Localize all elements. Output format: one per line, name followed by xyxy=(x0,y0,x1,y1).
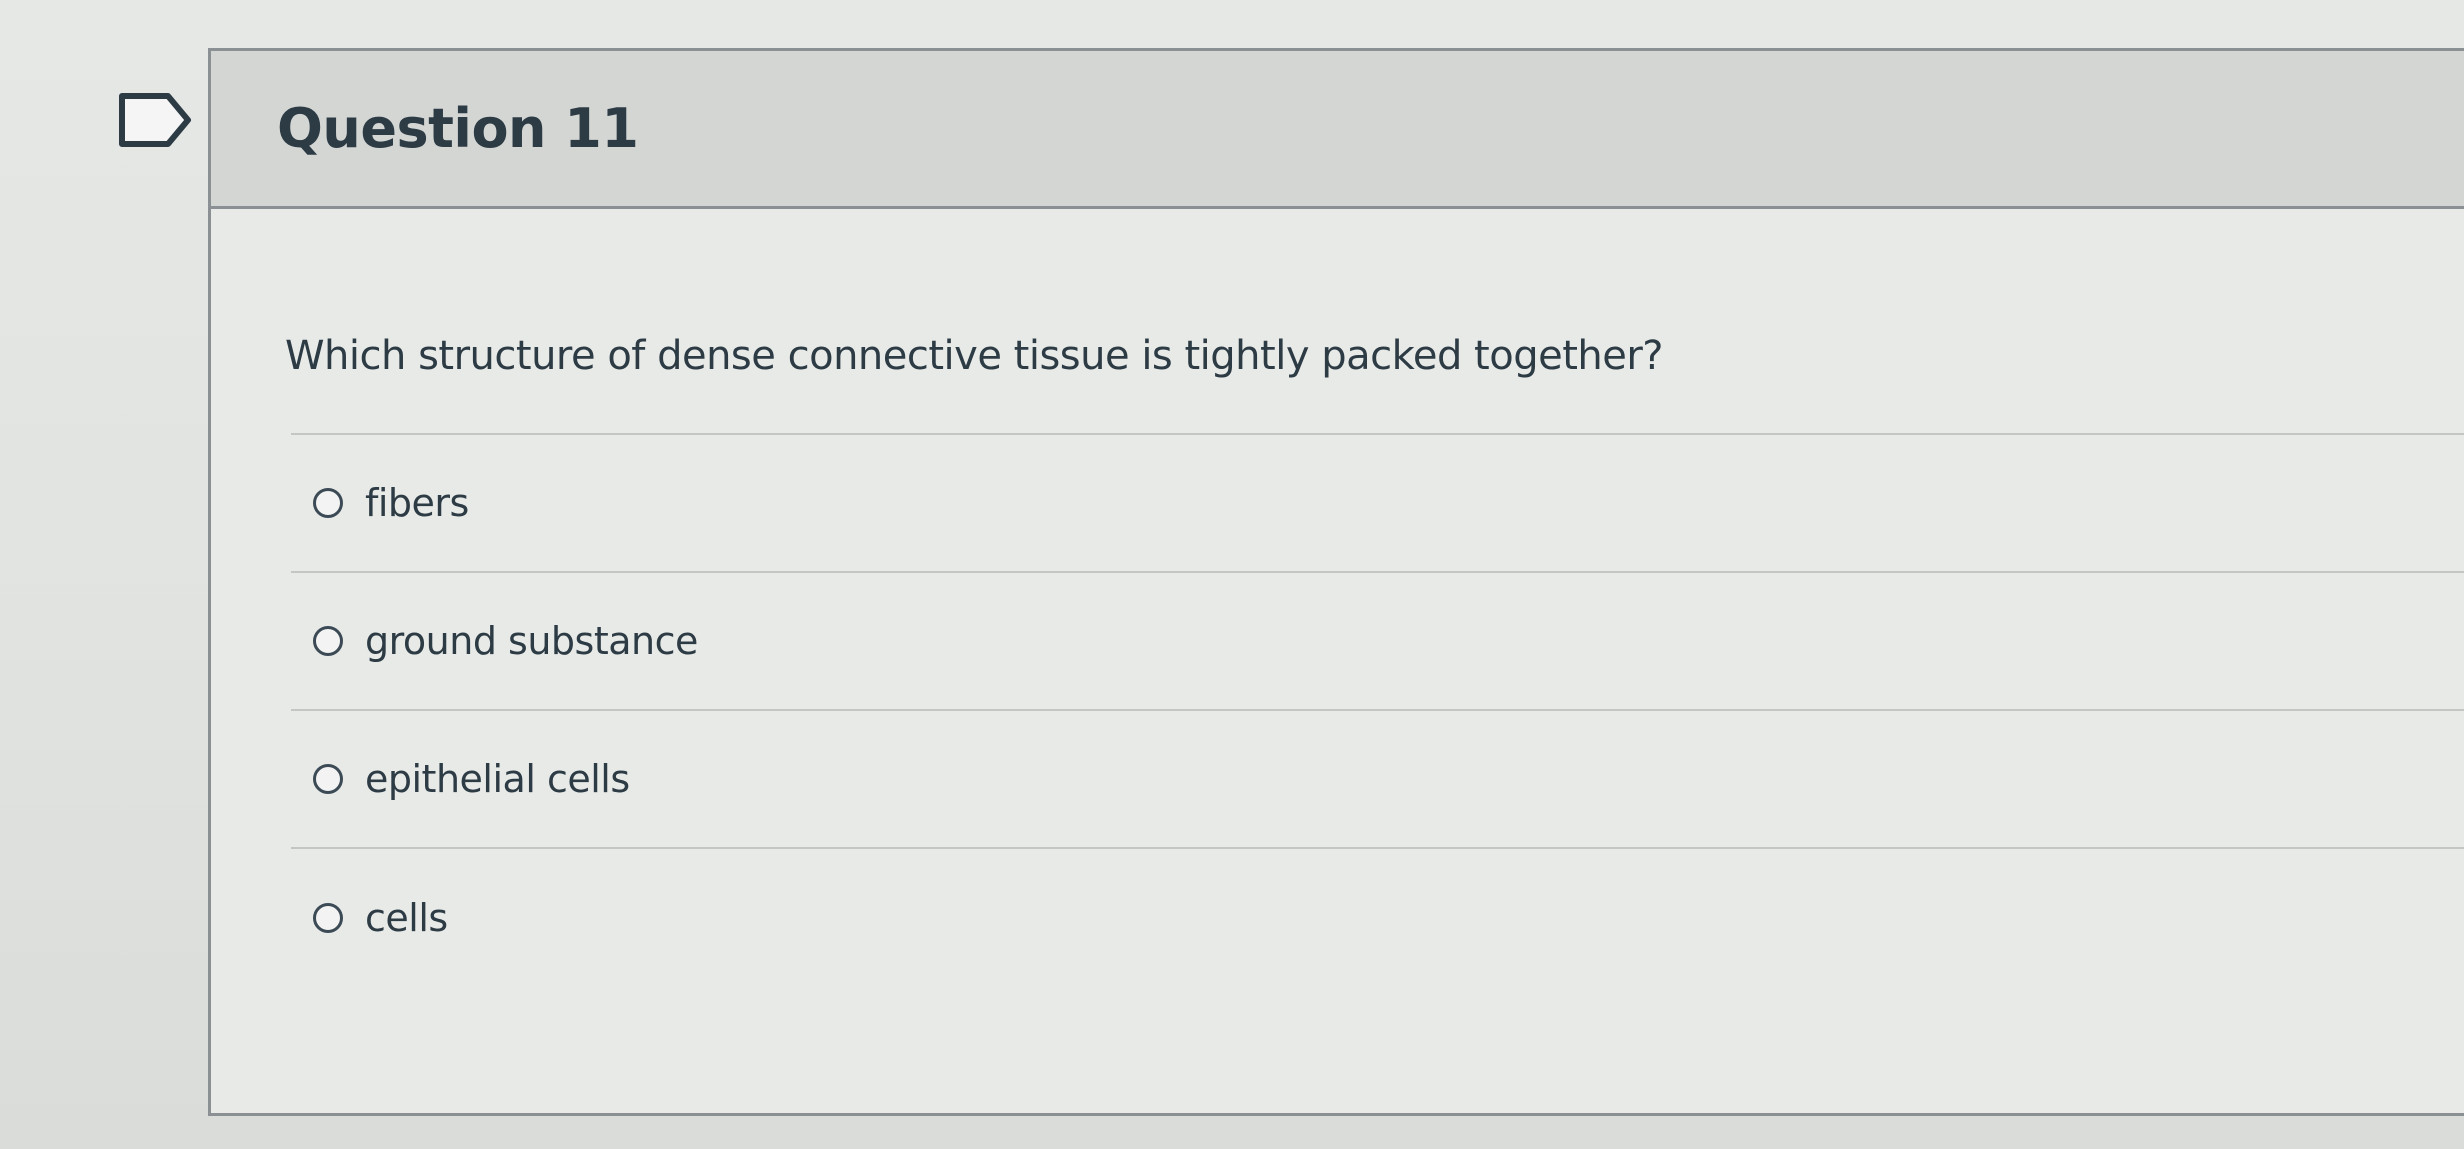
radio-button-icon[interactable] xyxy=(313,764,343,794)
answer-label: epithelial cells xyxy=(365,757,630,801)
question-title: Question 11 xyxy=(277,97,639,160)
question-header: Question 11 xyxy=(211,51,2464,209)
flag-question-icon[interactable] xyxy=(116,90,194,150)
radio-button-icon[interactable] xyxy=(313,626,343,656)
answer-label: ground substance xyxy=(365,619,698,663)
answer-label: cells xyxy=(365,896,448,940)
answer-list: fibers ground substance epithelial cells… xyxy=(291,433,2464,987)
radio-button-icon[interactable] xyxy=(313,903,343,933)
answer-option-cells[interactable]: cells xyxy=(291,849,2464,987)
question-text: Which structure of dense connective tiss… xyxy=(285,333,1664,379)
radio-button-icon[interactable] xyxy=(313,488,343,518)
answer-option-epithelial-cells[interactable]: epithelial cells xyxy=(291,711,2464,849)
question-card: Question 11 Which structure of dense con… xyxy=(208,48,2464,1116)
answer-label: fibers xyxy=(365,481,469,525)
answer-option-fibers[interactable]: fibers xyxy=(291,435,2464,573)
answer-option-ground-substance[interactable]: ground substance xyxy=(291,573,2464,711)
question-body: Which structure of dense connective tiss… xyxy=(211,209,2464,987)
